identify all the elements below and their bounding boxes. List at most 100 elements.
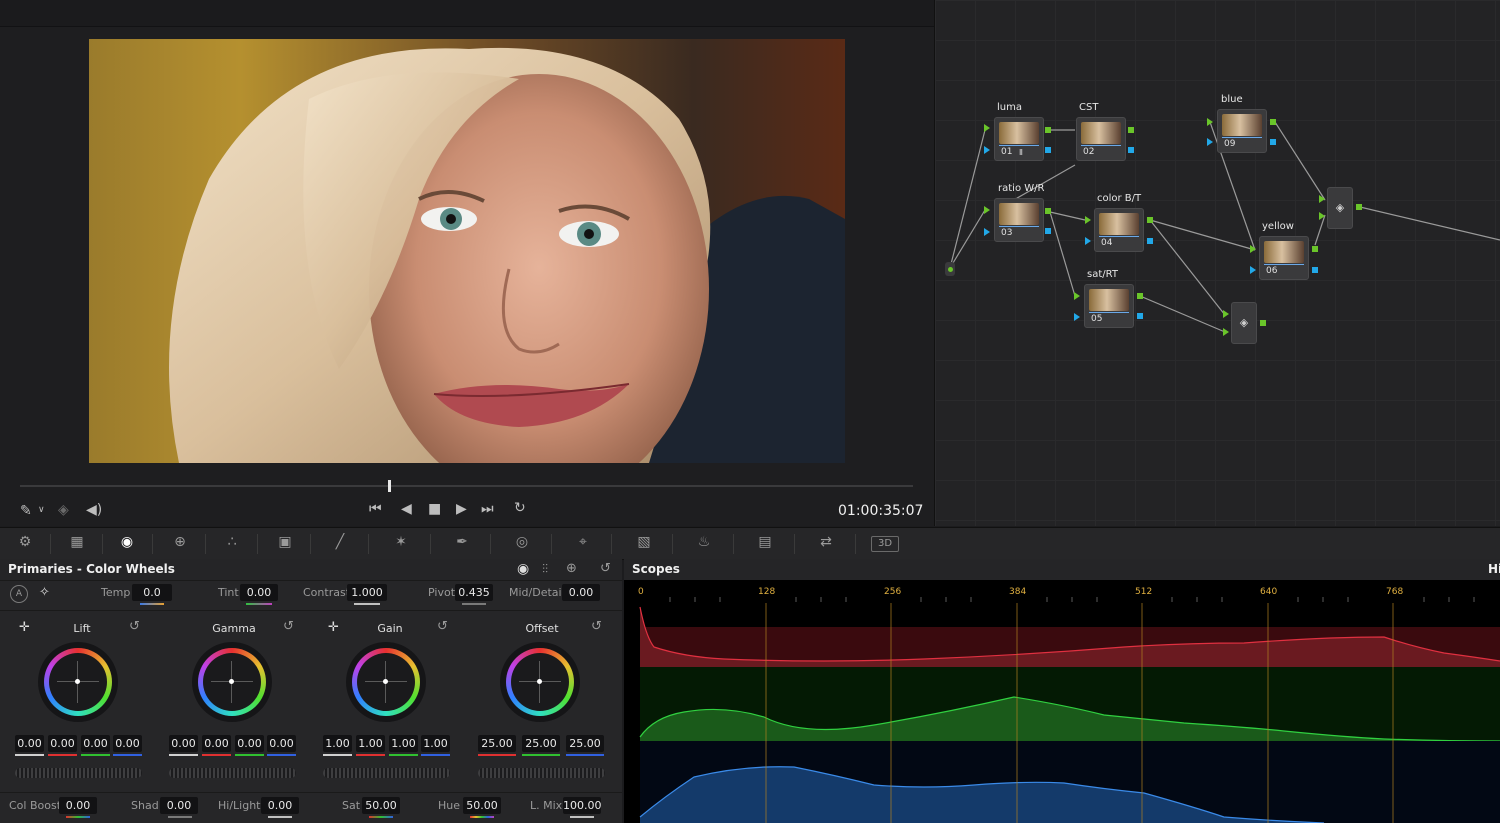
node-03[interactable]: 03 [994, 198, 1044, 242]
color-match-icon[interactable]: ▦ [62, 534, 92, 554]
wheel-puck[interactable] [383, 679, 388, 684]
output-port[interactable] [1137, 313, 1143, 319]
input-port[interactable] [984, 206, 990, 214]
skip-back-icon[interactable]: ⏮ [369, 501, 382, 517]
picker-crosshair-icon[interactable]: ✛ [328, 620, 339, 635]
stop-icon[interactable]: ■ [428, 501, 441, 517]
timeline-scrubber[interactable] [20, 485, 913, 487]
node-02[interactable]: 02 [1076, 117, 1126, 161]
input-port[interactable] [984, 146, 990, 154]
reset-icon[interactable]: ↺ [437, 619, 448, 634]
offset-g-field[interactable]: 25.00 [522, 735, 560, 752]
color-wheel-gain[interactable] [346, 642, 426, 722]
input-port[interactable] [1074, 313, 1080, 321]
wheels-mode-icon[interactable]: ◉ [517, 561, 529, 577]
input-port[interactable] [1319, 212, 1325, 220]
gain-r-field[interactable]: 1.00 [356, 735, 385, 752]
output-port[interactable] [1356, 204, 1362, 210]
offset-master-wheel[interactable] [478, 768, 605, 778]
input-port[interactable] [1223, 328, 1229, 336]
input-port[interactable] [1250, 245, 1256, 253]
contrast-field[interactable]: 1.000 [347, 584, 387, 601]
bars-mode-icon[interactable]: ⫶⫶ [542, 562, 548, 577]
input-port[interactable] [984, 228, 990, 236]
color-wheel-offset[interactable] [500, 642, 580, 722]
scopes-mode-label[interactable]: Hi [1488, 562, 1500, 576]
color-wheels-icon[interactable]: ◉ [112, 534, 142, 554]
magic-mask-icon[interactable]: ▧ [629, 534, 659, 554]
input-port[interactable] [1223, 310, 1229, 318]
gain-g-field[interactable]: 1.00 [389, 735, 418, 752]
output-port[interactable] [1137, 293, 1143, 299]
reset-icon[interactable]: ↺ [129, 619, 140, 634]
node-05[interactable]: 05 [1084, 284, 1134, 328]
tracker-icon[interactable]: ⌖ [568, 534, 598, 554]
node-01[interactable]: 01 Ⅱ [994, 117, 1044, 161]
hilight-field[interactable]: 0.00 [261, 797, 299, 814]
output-port[interactable] [1147, 238, 1153, 244]
auto-balance-icon[interactable]: A [10, 585, 28, 603]
output-port[interactable] [1312, 246, 1318, 252]
lift-y-field[interactable]: 0.00 [15, 735, 44, 752]
blur-icon[interactable]: ♨ [689, 534, 719, 554]
output-port[interactable] [1270, 119, 1276, 125]
sizing-icon[interactable]: ⇄ [811, 534, 841, 554]
layers-icon[interactable]: ◈ [58, 502, 69, 518]
picker-crosshair-icon[interactable]: ✛ [19, 620, 30, 635]
hue-field[interactable]: 50.00 [463, 797, 501, 814]
qualifier-icon[interactable]: ✒ [447, 534, 477, 554]
output-port[interactable] [1270, 139, 1276, 145]
gamma-master-wheel[interactable] [169, 768, 296, 778]
input-port[interactable] [1250, 266, 1256, 274]
shad-field[interactable]: 0.00 [160, 797, 198, 814]
sat-field[interactable]: 50.00 [362, 797, 400, 814]
gamma-r-field[interactable]: 0.00 [202, 735, 231, 752]
output-port[interactable] [1045, 208, 1051, 214]
volume-icon[interactable]: ◀) [86, 502, 102, 518]
lift-b-field[interactable]: 0.00 [113, 735, 142, 752]
wheel-puck[interactable] [75, 679, 80, 684]
auto-color-icon[interactable]: ✧ [39, 585, 50, 600]
rgb-mixer-icon[interactable]: ∴ [217, 534, 247, 554]
wheel-puck[interactable] [537, 679, 542, 684]
key-icon[interactable]: ▤ [750, 534, 780, 554]
step-back-icon[interactable]: ◀ [401, 501, 412, 517]
reset-icon[interactable]: ↺ [591, 619, 602, 634]
input-port[interactable] [1319, 195, 1325, 203]
offset-r-field[interactable]: 25.00 [478, 735, 516, 752]
gamma-b-field[interactable]: 0.00 [267, 735, 296, 752]
output-port[interactable] [1045, 228, 1051, 234]
hdr-icon[interactable]: ⊕ [165, 534, 195, 554]
output-port[interactable] [1128, 127, 1134, 133]
input-port[interactable] [1074, 292, 1080, 300]
input-port[interactable] [1085, 237, 1091, 245]
color-warper-icon[interactable]: ✶ [386, 534, 416, 554]
output-port[interactable] [1260, 320, 1266, 326]
lift-g-field[interactable]: 0.00 [81, 735, 110, 752]
node-09[interactable]: 09 [1217, 109, 1267, 153]
skip-forward-icon[interactable]: ⏭ [481, 501, 494, 517]
play-icon[interactable]: ▶ [456, 501, 467, 517]
node-editor[interactable]: luma 01 Ⅱ CST 02 ratio W/R 03 color B/T … [935, 0, 1500, 526]
offset-b-field[interactable]: 25.00 [566, 735, 604, 752]
input-port[interactable] [1207, 138, 1213, 146]
lift-r-field[interactable]: 0.00 [48, 735, 77, 752]
log-mode-icon[interactable]: ⊕ [566, 561, 577, 576]
chevron-down-icon[interactable]: ∨ [38, 505, 45, 515]
camera-raw-icon[interactable]: ⚙ [10, 534, 40, 554]
window-icon[interactable]: ◎ [507, 534, 537, 554]
motion-effects-icon[interactable]: ▣ [270, 534, 300, 554]
3d-icon[interactable]: 3D [871, 536, 899, 552]
curves-icon[interactable]: ╱ [325, 534, 355, 554]
lift-master-wheel[interactable] [15, 768, 142, 778]
node-06[interactable]: 06 [1259, 236, 1309, 280]
gain-b-field[interactable]: 1.00 [421, 735, 450, 752]
input-port[interactable] [984, 124, 990, 132]
input-port[interactable] [1085, 216, 1091, 224]
col-boost-field[interactable]: 0.00 [59, 797, 97, 814]
gamma-y-field[interactable]: 0.00 [169, 735, 198, 752]
temp-field[interactable]: 0.0 [132, 584, 172, 601]
reset-all-icon[interactable]: ↺ [600, 561, 611, 576]
output-port[interactable] [1128, 147, 1134, 153]
loop-icon[interactable]: ↻ [514, 500, 526, 516]
